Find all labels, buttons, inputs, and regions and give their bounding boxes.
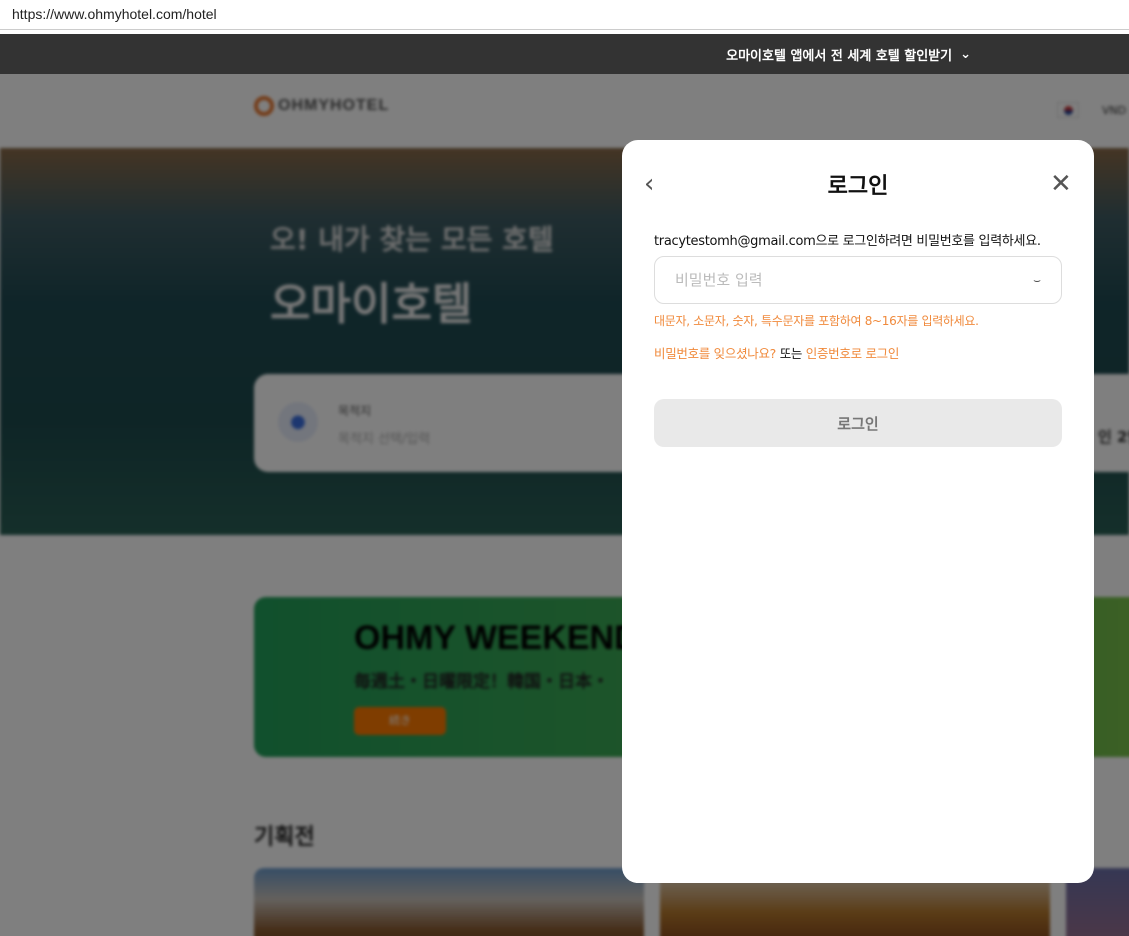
chevron-down-icon: ⌄ — [960, 46, 971, 62]
address-bar[interactable]: https://www.ohmyhotel.com/hotel — [0, 0, 1129, 30]
modal-title: 로그인 — [827, 174, 889, 199]
close-icon[interactable]: ✕ — [1050, 170, 1074, 198]
alt-login-links: 비밀번호를 잊으셨나요? 또는 인증번호로 로그인 — [654, 343, 899, 362]
login-message: tracytestomh@gmail.com으로 로그인하려면 비밀번호를 입력… — [654, 234, 1041, 249]
password-hint: 대문자, 소문자, 숫자, 특수문자를 포함하여 8~16자를 입력하세요. — [654, 314, 979, 328]
app-promo-bar[interactable]: 오마이호텔 앱에서 전 세계 호텔 할인받기 ⌄ — [0, 34, 1129, 74]
login-button[interactable]: 로그인 — [654, 399, 1062, 447]
login-modal: ‹ 로그인 ✕ tracytestomh@gmail.com으로 로그인하려면 … — [622, 140, 1094, 883]
password-field[interactable]: ⌣ — [654, 256, 1062, 304]
password-input[interactable] — [675, 271, 1034, 289]
code-login-link[interactable]: 인증번호로 로그인 — [806, 346, 900, 361]
app-promo-text: 오마이호텔 앱에서 전 세계 호텔 할인받기 — [726, 48, 953, 64]
eye-closed-icon[interactable]: ⌣ — [1033, 273, 1041, 288]
forgot-password-link[interactable]: 비밀번호를 잊으셨나요? — [654, 346, 776, 361]
or-text: 또는 — [776, 346, 806, 361]
